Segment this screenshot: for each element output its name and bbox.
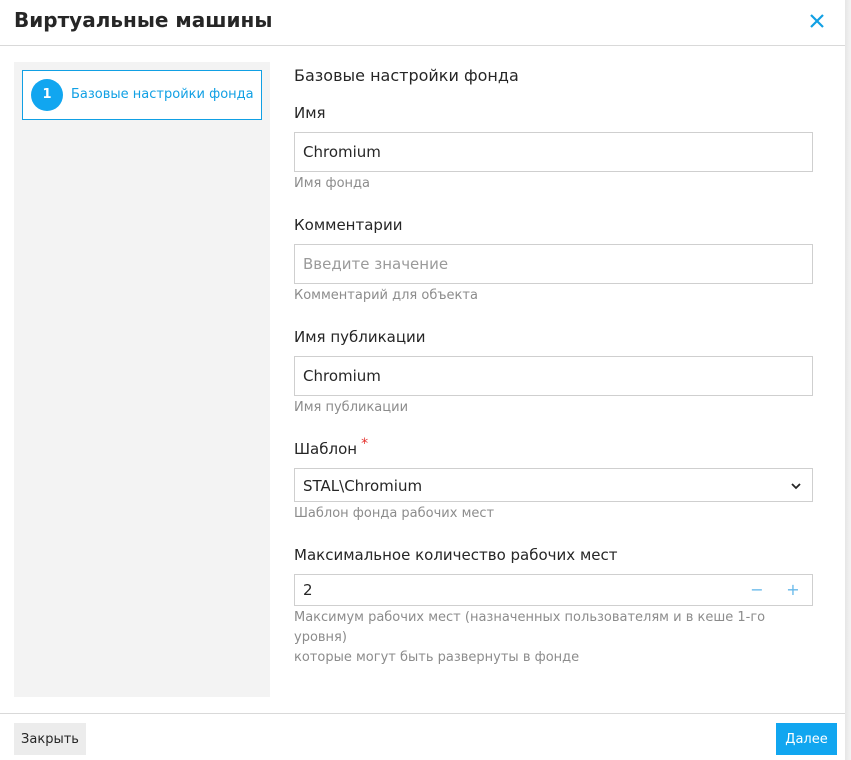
template-label-text: Шаблон <box>294 440 358 458</box>
template-label: Шаблон * <box>294 436 368 458</box>
max-seats-hint: Максимум рабочих мест (назначенных польз… <box>294 608 813 668</box>
name-label: Имя <box>294 104 326 122</box>
max-seats-label: Максимальное количество рабочих мест <box>294 546 618 564</box>
section-title: Базовые настройки фонда <box>294 66 519 85</box>
comment-label: Комментарии <box>294 216 403 234</box>
wizard-steps-sidebar: 1 Базовые настройки фонда <box>14 62 270 697</box>
increment-button[interactable]: + <box>783 580 803 600</box>
publication-hint: Имя публикации <box>294 400 409 415</box>
template-select-value: STAL\Chromium <box>303 477 423 495</box>
next-button[interactable]: Далее <box>776 723 837 755</box>
max-seats-value[interactable]: 2 <box>303 581 313 599</box>
max-seats-hint-line1: Максимум рабочих мест (назначенных польз… <box>294 610 766 645</box>
chevron-down-icon <box>791 483 801 490</box>
comment-input[interactable] <box>294 244 813 284</box>
step-label: Базовые настройки фонда <box>71 87 254 102</box>
dialog-title: Виртуальные машины <box>14 8 273 32</box>
template-select[interactable]: STAL\Chromium <box>294 468 813 502</box>
publication-input[interactable] <box>294 356 813 396</box>
dialog-header: Виртуальные машины <box>0 0 845 46</box>
close-button[interactable]: Закрыть <box>14 723 86 755</box>
wizard-step-basic-settings[interactable]: 1 Базовые настройки фонда <box>22 70 262 120</box>
template-hint: Шаблон фонда рабочих мест <box>294 506 495 521</box>
window-edge <box>845 0 851 760</box>
max-seats-stepper[interactable]: 2 − + <box>294 574 813 606</box>
comment-hint: Комментарий для объекта <box>294 288 478 303</box>
required-mark: * <box>361 436 369 452</box>
step-number-badge: 1 <box>31 79 63 111</box>
max-seats-hint-line2: которые могут быть развернуты в фонде <box>294 650 580 665</box>
name-hint: Имя фонда <box>294 176 371 191</box>
close-icon[interactable] <box>806 10 828 32</box>
name-input[interactable] <box>294 132 813 172</box>
decrement-button[interactable]: − <box>747 580 767 600</box>
dialog-footer: Закрыть Далее <box>0 713 845 760</box>
publication-label: Имя публикации <box>294 328 426 346</box>
